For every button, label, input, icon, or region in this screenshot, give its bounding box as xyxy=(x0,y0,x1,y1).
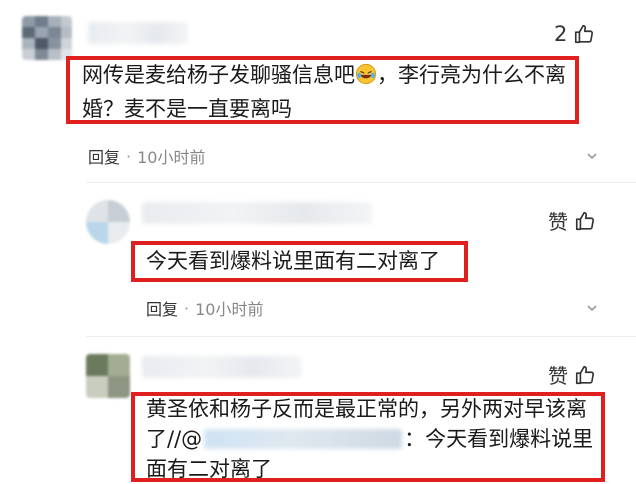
like-label: 赞 xyxy=(548,210,568,234)
username[interactable] xyxy=(88,22,188,44)
thumbs-up-icon xyxy=(575,211,595,230)
chevron-down-icon[interactable] xyxy=(586,302,598,314)
avatar[interactable] xyxy=(86,200,130,244)
divider xyxy=(86,336,636,337)
mention-username[interactable] xyxy=(204,429,403,449)
timestamp: 10小时前 xyxy=(137,148,206,167)
like-button[interactable]: 赞 xyxy=(548,360,596,389)
username[interactable] xyxy=(142,356,302,378)
divider xyxy=(86,182,636,183)
like-button[interactable]: 2 xyxy=(554,22,595,46)
reply-button[interactable]: 回复 xyxy=(146,296,178,320)
laughing-crying-emoji xyxy=(355,63,377,85)
chevron-down-icon[interactable] xyxy=(586,150,598,162)
separator: · xyxy=(184,298,190,318)
comment-text: 网传是麦给杨子发聊骚信息吧 ，李行亮为什么不离 婚？麦不是一直要离吗 xyxy=(82,63,566,121)
avatar[interactable] xyxy=(22,16,72,60)
separator: · xyxy=(126,146,132,166)
like-label: 赞 xyxy=(548,364,568,388)
comment-text: 今天看到爆料说里面有二对离了 xyxy=(146,249,440,273)
username[interactable] xyxy=(142,202,372,224)
thumbs-up-icon xyxy=(575,24,594,44)
thumbs-up-icon xyxy=(575,365,595,384)
timestamp: 10小时前 xyxy=(195,300,264,319)
comment-meta: 回复 · 10小时前 xyxy=(146,296,263,320)
like-button[interactable]: 赞 xyxy=(548,206,596,235)
comment-meta: 回复 · 10小时前 xyxy=(88,144,205,168)
avatar[interactable] xyxy=(86,354,130,398)
like-count: 2 xyxy=(554,22,568,46)
reply-button[interactable]: 回复 xyxy=(88,144,120,168)
comment-text: 黄圣依和杨子反而是最正常的，另外两对早该离 了//@ ：今天看到爆料说里 面有二对… xyxy=(146,397,594,481)
